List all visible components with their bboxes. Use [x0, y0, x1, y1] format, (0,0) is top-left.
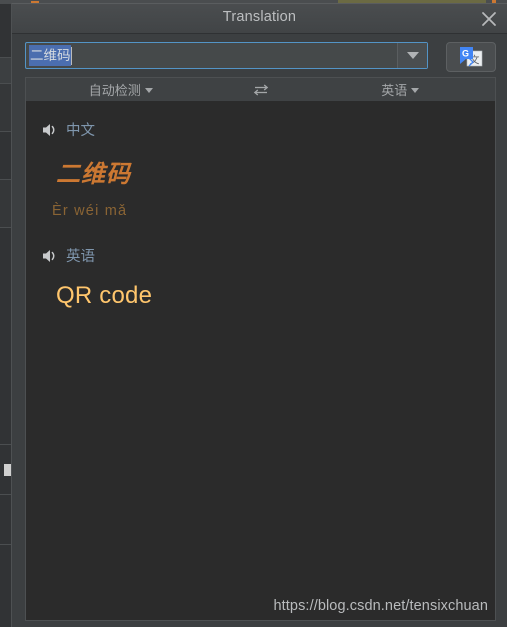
source-result-block: 中文 二维码 Èr wéi mǎ	[26, 101, 495, 219]
watermark-text: https://blog.csdn.net/tensixchuan	[273, 598, 488, 614]
search-input[interactable]: 二维码	[26, 43, 397, 68]
title-bar: Translation	[12, 4, 507, 34]
speaker-icon[interactable]	[41, 122, 59, 138]
translation-result-area: 中文 二维码 Èr wéi mǎ 英语 QR code https://blog…	[25, 101, 496, 621]
language-selector-bar: 自动检测 英语	[25, 77, 496, 101]
source-term: 二维码	[56, 161, 131, 188]
ide-left-glyph	[4, 464, 11, 476]
search-row: 二维码 文 G	[12, 34, 507, 74]
search-input-value: 二维码	[29, 45, 71, 66]
close-icon[interactable]	[477, 7, 501, 31]
translation-dialog: Translation 二维码 文 G 自动检测 英语 中文 二维码 Èr wé…	[11, 3, 507, 627]
text-caret	[70, 46, 72, 65]
target-term: QR code	[56, 282, 153, 309]
target-language-label: 英语	[381, 83, 408, 98]
chevron-down-glyph	[406, 52, 419, 59]
chevron-down-icon[interactable]	[397, 43, 427, 68]
svg-text:G: G	[462, 49, 469, 59]
target-lang-heading: 英语	[26, 245, 495, 266]
search-combobox[interactable]: 二维码	[25, 42, 428, 69]
source-lang-name: 中文	[66, 123, 95, 139]
chevron-down-icon	[144, 88, 153, 93]
source-lang-heading: 中文	[26, 119, 495, 140]
target-lang-name: 英语	[66, 249, 95, 265]
source-pinyin: Èr wéi mǎ	[52, 203, 128, 219]
target-result-block: 英语 QR code	[26, 219, 495, 310]
page-title: Translation	[222, 9, 297, 25]
swap-arrows-icon	[253, 84, 268, 95]
source-language-dropdown[interactable]: 自动检测	[26, 78, 216, 101]
source-language-label: 自动检测	[88, 83, 141, 98]
speaker-icon[interactable]	[41, 248, 59, 264]
target-language-dropdown[interactable]: 英语	[306, 78, 496, 101]
chevron-down-icon	[411, 88, 420, 93]
swap-languages-button[interactable]	[216, 78, 306, 101]
google-translate-icon[interactable]: 文 G	[446, 42, 496, 72]
